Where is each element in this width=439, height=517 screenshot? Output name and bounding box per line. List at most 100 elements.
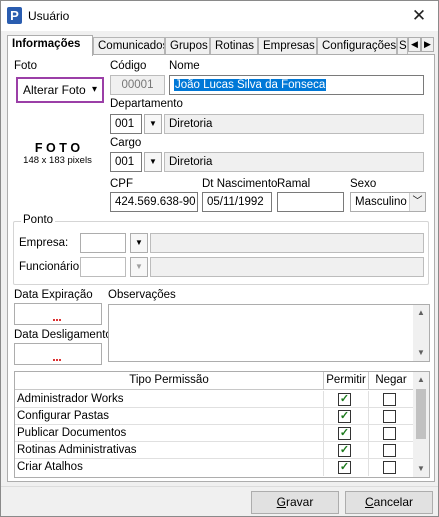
desligamento-label: Data Desligamento <box>14 329 112 341</box>
sexo-label: Sexo <box>350 178 377 190</box>
ponto-funcionario-code-field <box>80 257 126 277</box>
date-placeholder-mark <box>53 319 61 321</box>
title-bar: P Usuário ✕ <box>1 1 438 31</box>
cpf-field[interactable]: 424.569.638-90 <box>110 192 198 212</box>
tab-scroll-right-icon[interactable]: ▶ <box>421 37 434 52</box>
nascimento-field[interactable]: 05/11/1992 <box>202 192 272 212</box>
expiracao-date-field[interactable] <box>14 303 102 325</box>
nome-label: Nome <box>169 60 200 72</box>
permitir-checkbox[interactable]: ✓ <box>338 461 351 474</box>
header-negar[interactable]: Negar <box>369 372 414 390</box>
negar-checkbox[interactable] <box>383 410 396 423</box>
header-permitir[interactable]: Permitir <box>324 372 369 390</box>
permitir-checkbox[interactable]: ✓ <box>338 444 351 457</box>
save-button[interactable]: Gravar <box>251 491 339 514</box>
save-accelerator: G <box>276 495 286 509</box>
scroll-thumb[interactable] <box>416 389 426 439</box>
save-label-rest: ravar <box>286 495 314 509</box>
cargo-label: Cargo <box>110 137 142 149</box>
ponto-funcionario-dropdown-icon: ▼ <box>130 257 148 277</box>
cargo-name-field: Diretoria <box>164 152 424 172</box>
codigo-field: 00001 <box>110 75 165 95</box>
tab-informacoes[interactable]: Informações <box>7 35 93 56</box>
observacoes-scrollbar[interactable]: ▲ ▼ <box>413 305 429 361</box>
date-placeholder-mark <box>53 359 61 361</box>
scroll-up-icon[interactable]: ▲ <box>413 372 429 388</box>
permission-name: Administrador Works <box>15 391 324 407</box>
scroll-down-icon[interactable]: ▼ <box>413 461 429 477</box>
sexo-value: Masculino <box>355 196 407 208</box>
table-row[interactable]: Criar Atalhos ✓ <box>15 459 414 476</box>
negar-checkbox[interactable] <box>383 444 396 457</box>
permission-name: Criar Atalhos <box>15 459 324 476</box>
tab-overflow[interactable]: S <box>397 37 408 55</box>
negar-checkbox[interactable] <box>383 393 396 406</box>
negar-checkbox[interactable] <box>383 461 396 474</box>
ponto-empresa-dropdown-icon[interactable]: ▼ <box>130 233 148 253</box>
app-logo-icon: P <box>7 7 22 24</box>
tab-comunicados[interactable]: Comunicados <box>93 37 165 55</box>
permitir-checkbox[interactable]: ✓ <box>338 410 351 423</box>
ramal-field[interactable] <box>277 192 344 212</box>
table-row[interactable]: Configurar Pastas ✓ <box>15 408 414 425</box>
footer-divider <box>1 486 438 487</box>
cancel-button[interactable]: Cancelar <box>345 491 433 514</box>
photo-label: Foto <box>14 60 38 72</box>
tab-empresas[interactable]: Empresas <box>258 37 317 55</box>
scroll-down-icon[interactable]: ▼ <box>413 345 429 361</box>
table-row[interactable]: Administrador Works ✓ <box>15 391 414 408</box>
table-row[interactable]: Publicar Documentos ✓ <box>15 425 414 442</box>
ramal-label: Ramal <box>277 178 311 190</box>
close-icon[interactable]: ✕ <box>404 3 434 29</box>
tab-grupos[interactable]: Grupos <box>165 37 210 55</box>
observacoes-memo[interactable]: ▲ ▼ <box>108 304 430 362</box>
user-dialog: P Usuário ✕ Informações Comunicados Grup… <box>0 0 439 517</box>
tab-rotinas[interactable]: Rotinas <box>210 37 258 55</box>
negar-checkbox[interactable] <box>383 427 396 440</box>
ponto-empresa-name-field <box>150 233 424 253</box>
expiracao-label: Data Expiração <box>14 289 93 301</box>
chevron-down-icon: ﹀ <box>409 193 425 211</box>
cpf-label: CPF <box>110 178 133 190</box>
permission-name: Publicar Documentos <box>15 425 324 441</box>
permissions-header: Tipo Permissão Permitir Negar <box>15 372 415 390</box>
header-tipo-permissao[interactable]: Tipo Permissão <box>15 372 324 390</box>
observacoes-label: Observações <box>108 289 176 301</box>
photo-placeholder-size: 148 x 183 pixels <box>23 155 92 166</box>
change-photo-label: Alterar Foto <box>23 83 86 97</box>
ponto-empresa-code-field[interactable] <box>80 233 126 253</box>
informacoes-panel: Foto Alterar Foto ▾ F O T O 148 x 183 pi… <box>7 54 435 482</box>
cargo-dropdown-icon[interactable]: ▼ <box>144 152 162 172</box>
nome-field[interactable]: João Lucas Silva da Fonseca <box>169 75 424 95</box>
cancel-accelerator: C <box>364 495 374 509</box>
departamento-dropdown-icon[interactable]: ▼ <box>144 114 162 134</box>
cancel-label-rest: ancelar <box>373 495 414 509</box>
permitir-checkbox[interactable]: ✓ <box>338 393 351 406</box>
departamento-code-field[interactable]: 001 <box>110 114 142 134</box>
permitir-checkbox[interactable]: ✓ <box>338 427 351 440</box>
change-photo-button[interactable]: Alterar Foto ▾ <box>16 77 104 103</box>
permissions-scrollbar[interactable]: ▲ ▼ <box>413 372 429 477</box>
scroll-up-icon[interactable]: ▲ <box>413 305 429 321</box>
codigo-label: Código <box>110 60 147 72</box>
tab-scroll-left-icon[interactable]: ◀ <box>408 37 421 52</box>
permission-name: Configurar Pastas <box>15 408 324 424</box>
ponto-funcionario-name-field <box>150 257 424 277</box>
empresa-label: Empresa: <box>19 237 69 249</box>
cargo-code-field[interactable]: 001 <box>110 152 142 172</box>
ponto-legend: Ponto <box>21 214 56 226</box>
photo-placeholder-title: F O T O <box>34 141 81 155</box>
tab-strip: Informações Comunicados Grupos Rotinas E… <box>7 35 435 56</box>
tab-configuracoes[interactable]: Configurações <box>317 37 397 55</box>
permission-name: Rotinas Administrativas <box>15 442 324 458</box>
window-title: Usuário <box>28 9 70 23</box>
sexo-select[interactable]: Masculino ﹀ <box>350 192 426 212</box>
permissions-grid: Tipo Permissão Permitir Negar Administra… <box>14 371 430 478</box>
nome-value: João Lucas Silva da Fonseca <box>174 79 327 91</box>
funcionario-label: Funcionário: <box>19 261 83 273</box>
table-row[interactable]: Rotinas Administrativas ✓ <box>15 442 414 459</box>
departamento-label: Departamento <box>110 98 183 110</box>
chevron-down-icon: ▾ <box>91 84 97 95</box>
departamento-name-field: Diretoria <box>164 114 424 134</box>
desligamento-date-field[interactable] <box>14 343 102 365</box>
